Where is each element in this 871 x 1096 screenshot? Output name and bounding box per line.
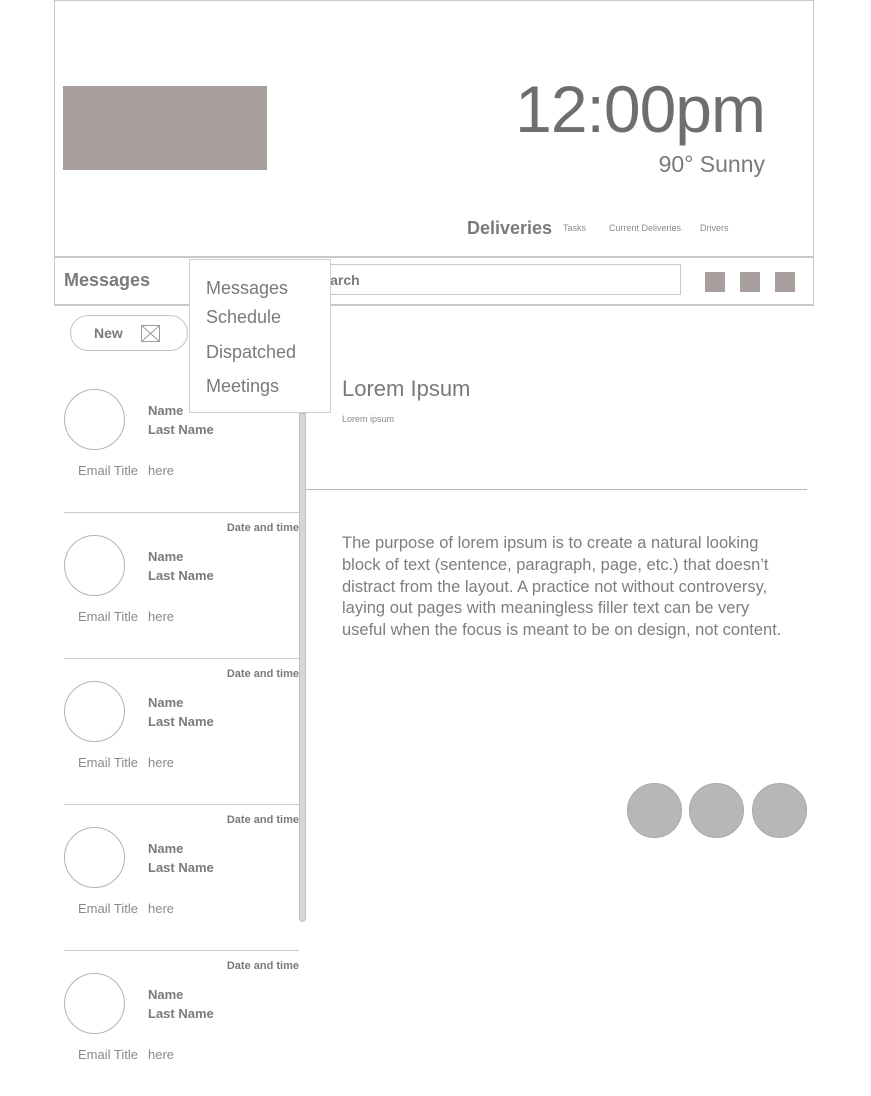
search-input[interactable] [300,264,681,295]
email-preview: here [148,1047,175,1062]
compose-icon [141,325,160,342]
action-button-2[interactable] [689,783,744,838]
message-list-scrollbar[interactable] [299,413,306,922]
email-title: Email Title [78,901,138,916]
new-message-button[interactable]: New [70,315,188,351]
nav-link-tasks[interactable]: Tasks [563,222,586,234]
email-title: Email Title [78,609,138,624]
email-title: Email Title [78,1047,138,1062]
logo-image-placeholder [63,86,267,170]
message-subtitle: Lorem ipsum [342,414,395,424]
dropdown-item-messages[interactable]: Messages [206,277,288,299]
message-title: Lorem Ipsum [342,376,471,401]
avatar [64,973,125,1034]
list-separator [64,512,299,513]
sender-last-name: Last Name [148,422,214,437]
sender-first-name: Name [148,403,184,418]
sender-first-name: Name [148,695,184,710]
sender-first-name: Name [148,841,184,856]
email-title: Email Title [78,755,138,770]
messages-toolbar-title[interactable]: Messages [64,269,150,291]
category-dropdown-menu: Messages Schedule Dispatched Meetings [189,259,331,413]
avatar [64,681,125,742]
avatar [64,535,125,596]
sender-first-name: Name [148,549,184,564]
clock-display: 12:00pm [515,72,766,146]
sender-last-name: Last Name [148,1006,214,1021]
content-divider [306,489,807,490]
sender-last-name: Last Name [148,860,214,875]
dropdown-item-meetings[interactable]: Meetings [206,375,279,397]
nav-title-deliveries[interactable]: Deliveries [467,217,552,239]
weather-display: 90° Sunny [658,151,765,177]
message-body: The purpose of lorem ipsum is to create … [342,534,782,640]
dropdown-item-dispatched[interactable]: Dispatched [206,341,296,363]
list-separator [64,950,299,951]
nav-link-current-deliveries[interactable]: Current Deliveries [609,222,681,234]
new-button-label: New [94,325,123,341]
message-list-item[interactable]: Date and time Name Last Name Email Title… [64,804,299,950]
toolbar-action-icon-1[interactable] [705,272,725,292]
toolbar-action-icon-3[interactable] [775,272,795,292]
email-preview: here [148,755,175,770]
message-date: Date and time [226,960,299,972]
avatar [64,389,125,450]
action-button-1[interactable] [627,783,682,838]
email-title: Email Title [78,463,138,478]
message-date: Date and time [226,522,299,534]
toolbar-action-icon-2[interactable] [740,272,760,292]
email-preview: here [148,609,175,624]
avatar [64,827,125,888]
dropdown-item-schedule[interactable]: Schedule [206,306,281,328]
list-separator [64,658,299,659]
message-list-item[interactable]: Date and time Name Last Name Email Title… [64,512,299,658]
email-preview: here [148,463,175,478]
message-list-item[interactable]: Date and time Name Last Name Email Title… [64,658,299,804]
sender-last-name: Last Name [148,714,214,729]
sender-last-name: Last Name [148,568,214,583]
email-preview: here [148,901,175,916]
action-button-3[interactable] [752,783,807,838]
sender-first-name: Name [148,987,184,1002]
message-list-item[interactable]: Date and time Name Last Name Email Title… [64,950,299,1096]
message-date: Date and time [226,668,299,680]
list-separator [64,804,299,805]
nav-link-drivers[interactable]: Drivers [700,222,729,234]
message-date: Date and time [226,814,299,826]
